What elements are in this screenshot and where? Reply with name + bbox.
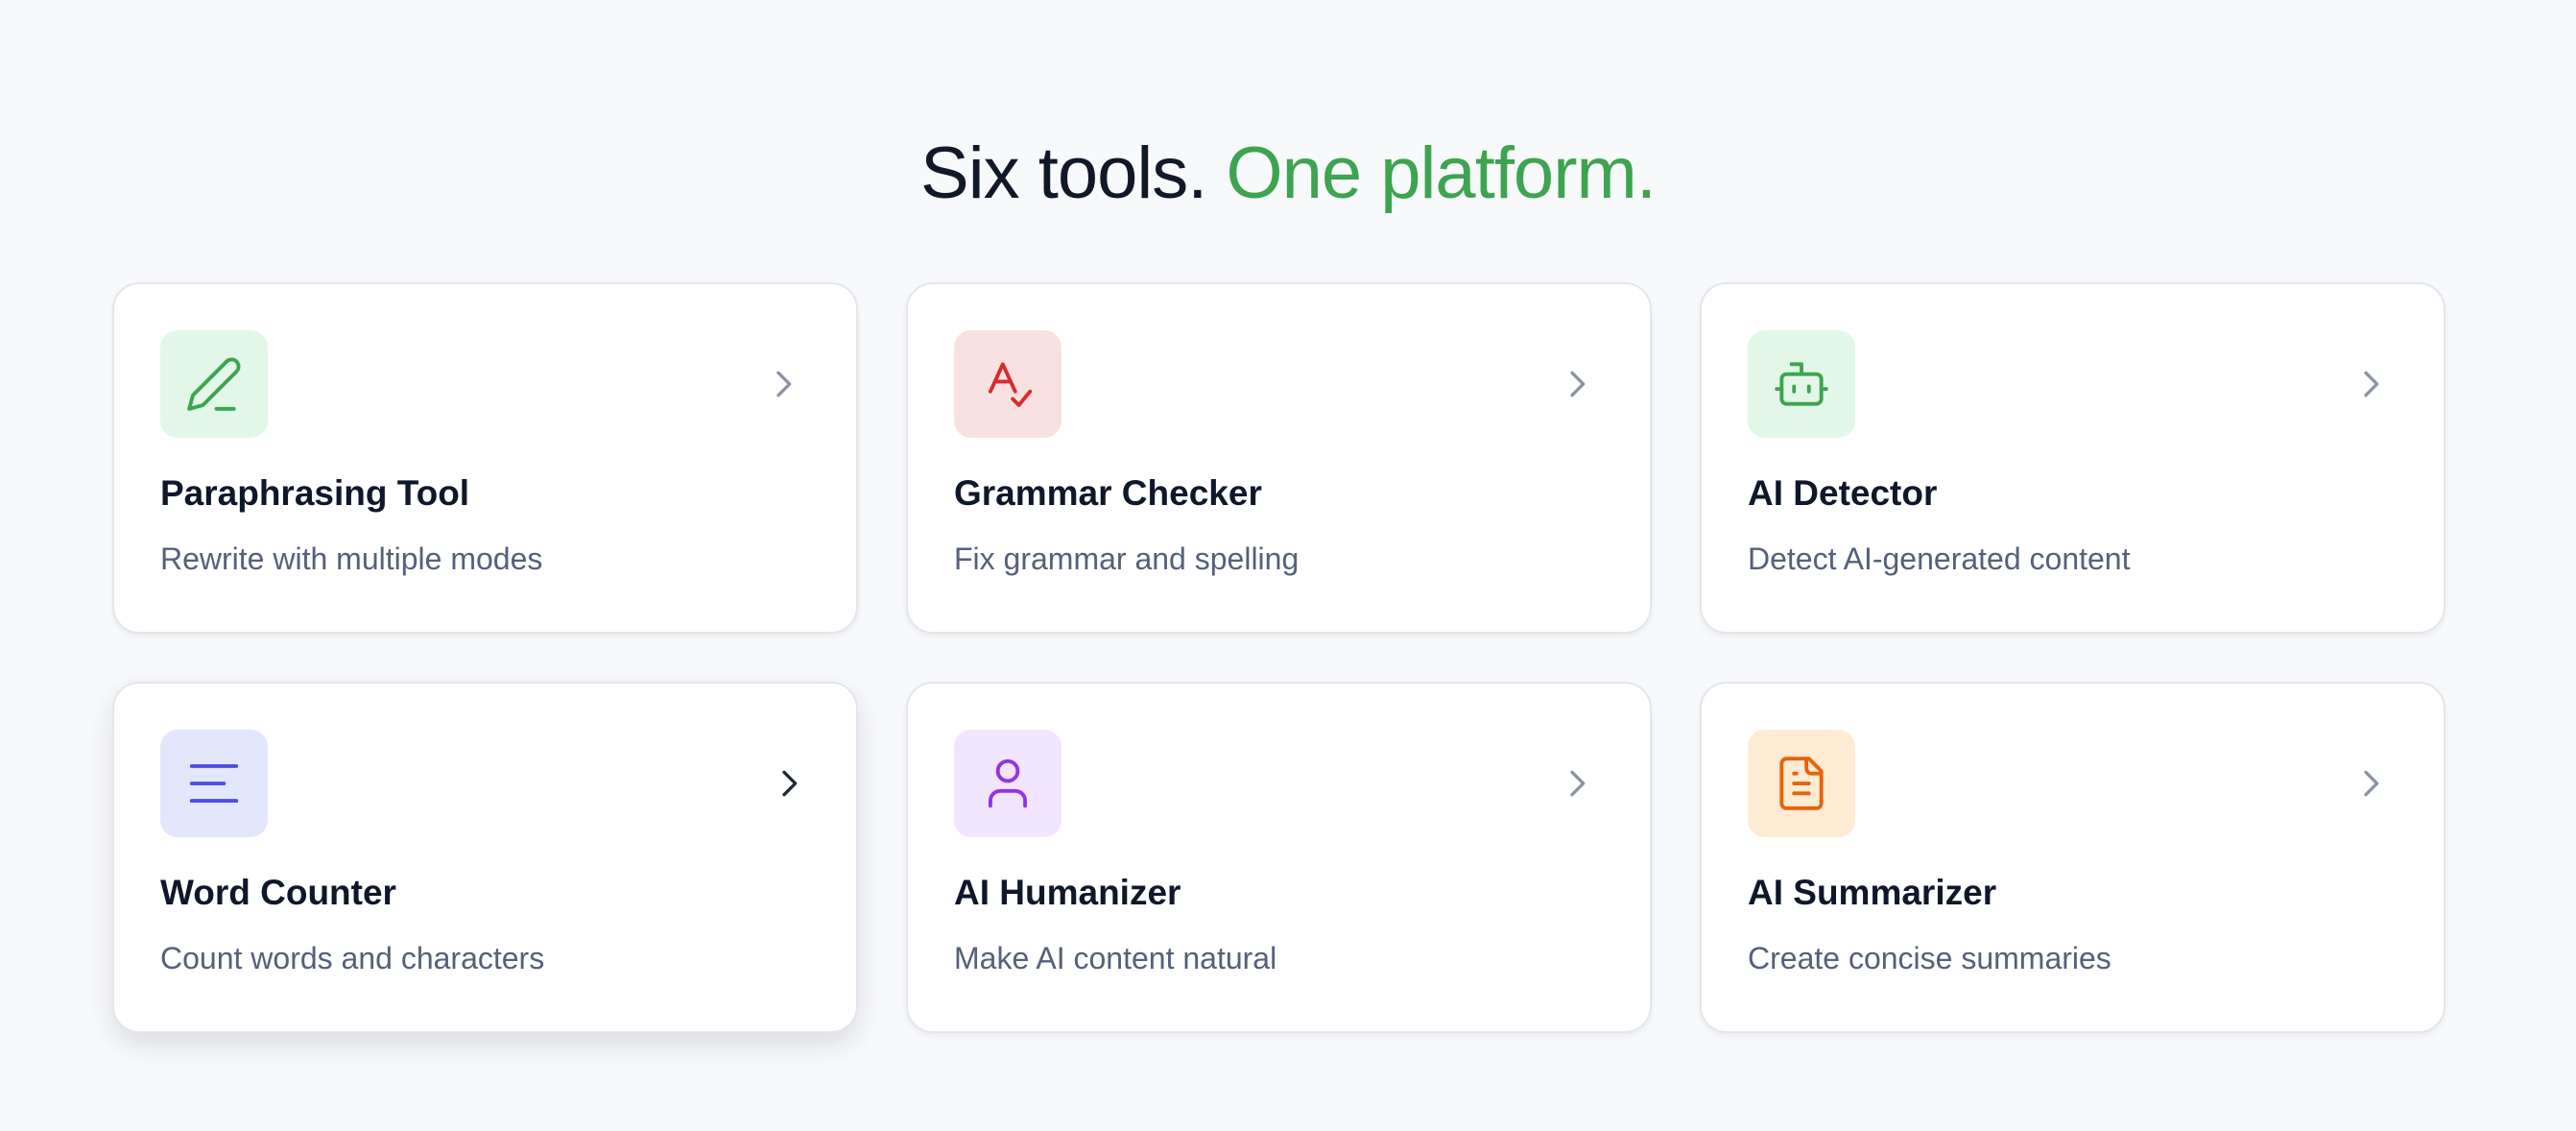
document-icon — [1779, 757, 1824, 810]
text-lines-icon — [189, 763, 239, 804]
tool-card-paraphrasing[interactable]: Paraphrasing Tool Rewrite with multiple … — [112, 282, 858, 634]
tool-description: Rewrite with multiple modes — [160, 541, 543, 576]
pen-icon — [187, 357, 241, 411]
tool-card-ai-detector[interactable]: AI Detector Detect AI-generated content — [1700, 282, 2445, 634]
title-main: Six tools. — [920, 132, 1207, 214]
bot-icon — [1775, 362, 1828, 406]
tool-title: Paraphrasing Tool — [160, 473, 470, 513]
tool-card-grammar[interactable]: Grammar Checker Fix grammar and spelling — [906, 282, 1652, 634]
tool-icon-box — [954, 730, 1061, 837]
spell-check-icon — [988, 362, 1033, 407]
chevron-right-icon[interactable] — [2351, 365, 2390, 403]
tool-card-ai-summarizer[interactable]: AI Summarizer Create concise summaries — [1700, 682, 2445, 1033]
title-accent: One platform. — [1226, 132, 1657, 214]
chevron-right-icon[interactable] — [2351, 764, 2390, 803]
tool-icon-box — [160, 730, 268, 837]
tool-icon-box — [1748, 730, 1855, 837]
tool-description: Detect AI-generated content — [1748, 541, 2131, 576]
chevron-right-icon[interactable] — [1558, 764, 1596, 803]
tool-card-word-counter[interactable]: Word Counter Count words and characters — [112, 682, 858, 1033]
tool-card-ai-humanizer[interactable]: AI Humanizer Make AI content natural — [906, 682, 1652, 1033]
tool-icon-box — [954, 330, 1061, 438]
user-icon — [988, 758, 1028, 808]
chevron-right-icon[interactable] — [770, 764, 808, 803]
tool-title: Word Counter — [160, 873, 396, 912]
tool-icon-box — [1748, 330, 1855, 438]
tool-title: AI Detector — [1748, 473, 1938, 513]
page-title: Six tools. One platform. — [0, 126, 2576, 222]
tool-description: Make AI content natural — [954, 941, 1277, 975]
tool-description: Count words and characters — [160, 941, 545, 975]
tool-description: Fix grammar and spelling — [954, 541, 1300, 576]
tool-title: Grammar Checker — [954, 473, 1262, 513]
tools-grid: Paraphrasing Tool Rewrite with multiple … — [112, 282, 2445, 1033]
tool-icon-box — [160, 330, 268, 438]
tool-description: Create concise summaries — [1748, 941, 2111, 975]
chevron-right-icon[interactable] — [1558, 365, 1596, 403]
tool-title: AI Humanizer — [954, 873, 1181, 912]
chevron-right-icon[interactable] — [764, 365, 802, 403]
tool-title: AI Summarizer — [1748, 873, 1997, 912]
